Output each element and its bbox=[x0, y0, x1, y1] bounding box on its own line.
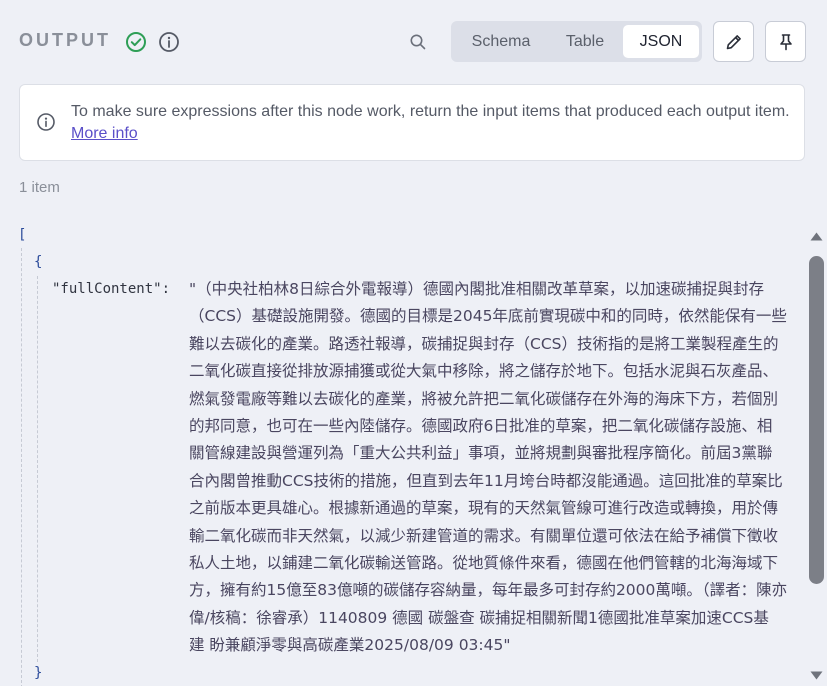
json-value-line: 的邦同意，也可在一些內陸儲存。德國政府6日批准的草案，把二氧化碳儲存設施、相 bbox=[189, 417, 773, 436]
json-open-bracket: [ bbox=[18, 227, 27, 243]
json-value-line: （CCS）基礎設施開發。德國的目標是2045年底前實現碳中和的同時，依然能保有一… bbox=[189, 307, 787, 326]
indent-guide bbox=[21, 248, 22, 686]
vertical-scrollbar[interactable] bbox=[806, 220, 827, 686]
json-key: "fullContent": bbox=[52, 281, 171, 297]
json-value-line: 合內閣曾推動CCS技術的措施，但直到去年11月垮台時都沒能通過。這回批准的草案比 bbox=[189, 471, 783, 490]
search-icon[interactable] bbox=[408, 32, 428, 52]
json-value-line: 偉/核稿：徐睿承）1140809 德國 碳盤查 碳捕捉相關新聞1德國批准草案加速… bbox=[189, 608, 769, 627]
view-mode-switch: Schema Table JSON bbox=[451, 21, 702, 62]
json-open-brace: { bbox=[34, 254, 43, 270]
json-value-line: 私人土地，以鋪建二氧化碳輸送管路。從地質條件來看，德國在他們管轄的北海海域下 bbox=[189, 554, 779, 573]
json-viewer[interactable]: [ { "fullContent": "（中央社柏林8日綜合外電報導）德國內閣批… bbox=[0, 220, 806, 686]
pin-button[interactable] bbox=[765, 21, 806, 62]
json-value-line: 燃氣發電廠等難以去碳化的產業，將被允許把二氧化碳儲存在外海的海床下方，若個別 bbox=[189, 389, 779, 408]
json-value-line: 難以去碳化的產業。路透社報導，碳捕捉與封存（CCS）技術指的是將工業製程產生的 bbox=[189, 334, 779, 353]
info-icon[interactable] bbox=[158, 31, 180, 53]
pencil-icon bbox=[726, 35, 741, 50]
pin-icon bbox=[780, 34, 792, 51]
scroll-up-arrow-icon[interactable] bbox=[809, 230, 824, 242]
json-value-line: 方，擁有約15億至83億噸的碳儲存容納量，每年最多可封存約2000萬噸。（譯者：… bbox=[189, 581, 788, 600]
json-value-line: 關管線建設與營運列為「重大公共利益」事項，並將規劃與審批程序簡化。前屆3黨聯 bbox=[189, 444, 773, 463]
item-count: 1 item bbox=[19, 179, 60, 196]
json-value-line: 二氧化碳直接從排放源捕獲或從大氣中移除，將之儲存於地下。包括水泥與石灰產品、 bbox=[189, 362, 779, 381]
tab-table[interactable]: Table bbox=[547, 25, 623, 58]
indent-guide bbox=[37, 276, 38, 662]
more-info-link[interactable]: More info bbox=[71, 125, 138, 142]
json-value: "（中央社柏林8日綜合外電報導）德國內閣批准相關改革草案，以加速碳捕捉與封存 （… bbox=[185, 276, 803, 660]
json-value-line: 建 盼兼顧淨零與高碳產業2025/08/09 03:45" bbox=[189, 636, 511, 655]
info-icon bbox=[37, 113, 55, 131]
json-value-line: 之前版本更具雄心。根據新通過的草案，現有的天然氣管線可進行改造或轉換，用於傳 bbox=[189, 499, 779, 518]
scroll-down-arrow-icon[interactable] bbox=[809, 670, 824, 682]
callout-text: To make sure expressions after this node… bbox=[71, 103, 790, 120]
output-header: OUTPUT Schema Table JSON bbox=[0, 0, 827, 84]
tab-schema[interactable]: Schema bbox=[455, 25, 547, 58]
json-value-line: 輸二氧化碳而非天然氣，以減少新建管道的需求。有關單位還可依法在給予補償下徵收 bbox=[189, 526, 779, 545]
scrollbar-thumb[interactable] bbox=[809, 256, 824, 584]
info-callout: To make sure expressions after this node… bbox=[19, 84, 805, 161]
edit-button[interactable] bbox=[713, 21, 754, 62]
json-close-brace: } bbox=[34, 665, 43, 681]
callout-message: To make sure expressions after this node… bbox=[71, 101, 791, 145]
tab-json[interactable]: JSON bbox=[623, 25, 699, 58]
json-value-line: "（中央社柏林8日綜合外電報導）德國內閣批准相關改革草案，以加速碳捕捉與封存 bbox=[189, 280, 764, 298]
check-circle-icon bbox=[126, 32, 146, 52]
panel-title: OUTPUT bbox=[19, 30, 111, 50]
